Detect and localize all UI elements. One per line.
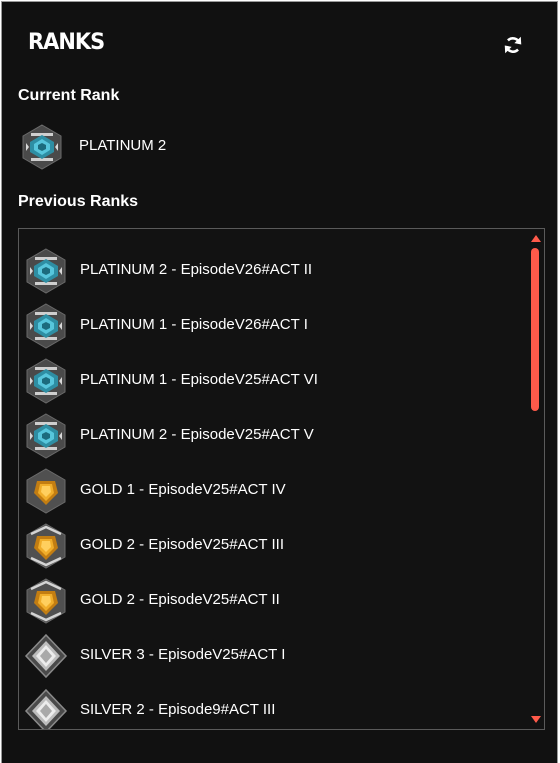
- gold-rank-icon: [22, 467, 70, 519]
- rank-list-item: PLATINUM 1 - EpisodeV26#ACT I: [19, 298, 524, 353]
- rank-list-item-label: PLATINUM 2 - EpisodeV25#ACT V: [80, 426, 314, 443]
- refresh-icon[interactable]: [502, 34, 524, 56]
- platinum-rank-icon: [22, 412, 70, 464]
- scrollbar-thumb[interactable]: [531, 248, 539, 411]
- platinum-rank-icon: [18, 123, 66, 175]
- rank-list-item-label: SILVER 3 - EpisodeV25#ACT I: [80, 646, 286, 663]
- scrollbar[interactable]: [528, 229, 543, 729]
- rank-list-item: SILVER 2 - Episode9#ACT III: [19, 683, 524, 729]
- rank-list-item-label: PLATINUM 1 - EpisodeV25#ACT VI: [80, 371, 318, 388]
- rank-list-item-label: PLATINUM 2 - EpisodeV26#ACT II: [80, 261, 313, 278]
- ranks-logo: RANKS: [28, 30, 105, 55]
- gold-rank-icon: [22, 522, 70, 574]
- rank-list-item-label: SILVER 2 - Episode9#ACT III: [80, 701, 276, 718]
- platinum-rank-icon: [22, 247, 70, 299]
- scroll-down-arrow-icon[interactable]: [531, 716, 541, 723]
- rank-list-item: PLATINUM 2 - EpisodeV26#ACT II: [19, 243, 524, 298]
- current-rank-label: PLATINUM 2: [79, 137, 167, 154]
- silver-rank-icon: [22, 687, 70, 729]
- previous-ranks-heading: Previous Ranks: [18, 193, 139, 210]
- gold-rank-icon: [22, 577, 70, 629]
- rank-list-item: GOLD 2 - EpisodeV25#ACT III: [19, 518, 524, 573]
- ranks-panel: RANKS Current Rank PLATINUM 2 Previous R…: [1, 1, 558, 763]
- rank-list-item: GOLD 1 - EpisodeV25#ACT IV: [19, 463, 524, 518]
- previous-ranks-list[interactable]: PLATINUM 2 - EpisodeV26#ACT II PLATINUM …: [18, 228, 545, 730]
- current-rank-heading: Current Rank: [18, 87, 120, 104]
- scroll-up-arrow-icon[interactable]: [531, 235, 541, 242]
- rank-list-item-label: GOLD 1 - EpisodeV25#ACT IV: [80, 481, 286, 498]
- rank-list-item: GOLD 2 - EpisodeV25#ACT II: [19, 573, 524, 628]
- platinum-rank-icon: [22, 357, 70, 409]
- previous-ranks-items: PLATINUM 2 - EpisodeV26#ACT II PLATINUM …: [19, 229, 529, 729]
- current-rank-row: PLATINUM 2: [18, 123, 418, 171]
- rank-list-item-label: GOLD 2 - EpisodeV25#ACT II: [80, 591, 280, 608]
- rank-list-item-label: PLATINUM 1 - EpisodeV26#ACT I: [80, 316, 308, 333]
- rank-list-item: PLATINUM 2 - EpisodeV25#ACT V: [19, 408, 524, 463]
- silver-rank-icon: [22, 632, 70, 684]
- rank-list-item: SILVER 3 - EpisodeV25#ACT I: [19, 628, 524, 683]
- rank-list-item: PLATINUM 1 - EpisodeV25#ACT VI: [19, 353, 524, 408]
- rank-list-item-label: GOLD 2 - EpisodeV25#ACT III: [80, 536, 284, 553]
- platinum-rank-icon: [22, 302, 70, 354]
